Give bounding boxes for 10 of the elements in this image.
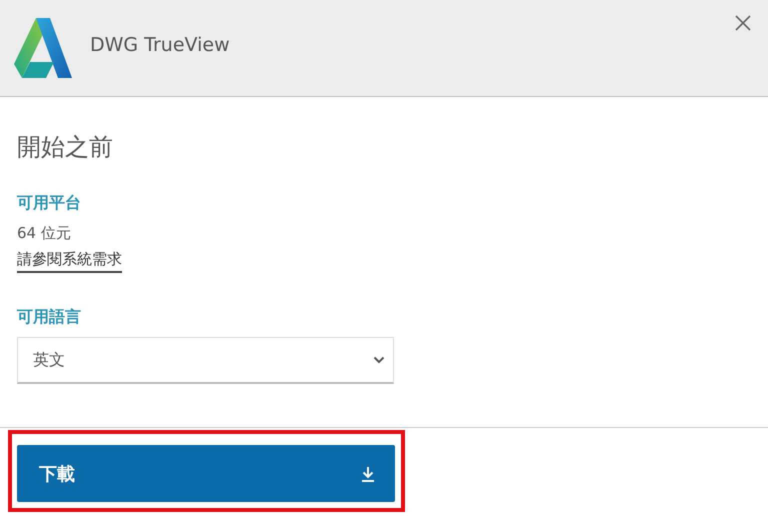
- download-icon: [361, 466, 375, 482]
- page-heading: 開始之前: [17, 133, 114, 161]
- language-select[interactable]: 英文: [17, 337, 394, 384]
- section-label: 可用平台: [17, 193, 82, 213]
- section-label: 可用語言: [17, 307, 82, 327]
- app-title: DWG TrueView: [90, 34, 230, 56]
- download-button[interactable]: 下載: [17, 445, 395, 502]
- chevron-down-icon: [373, 356, 385, 364]
- platform-value: 64 位元: [17, 223, 72, 243]
- system-requirements-link[interactable]: 請參閱系統需求: [17, 249, 122, 273]
